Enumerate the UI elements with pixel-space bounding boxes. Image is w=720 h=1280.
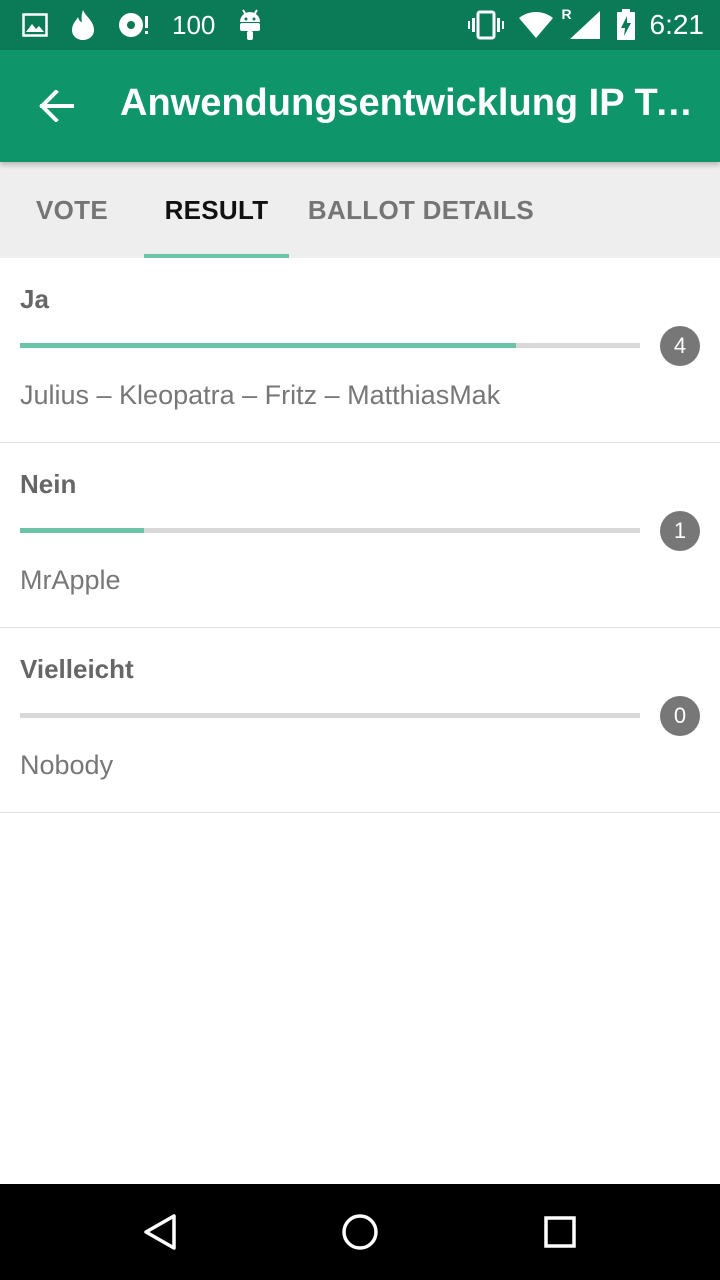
status-bar-right: R 6:21 — [467, 6, 705, 42]
network-indicator: R — [561, 6, 572, 22]
battery-level-text: 100 — [172, 9, 216, 40]
recents-square-icon — [544, 1216, 576, 1248]
navigation-bar — [0, 1184, 720, 1280]
progress-fill — [20, 528, 144, 533]
result-item-vielleicht[interactable]: Vielleicht 0 Nobody — [0, 628, 720, 813]
android-icon — [237, 9, 263, 41]
nav-home-button[interactable] — [338, 1210, 382, 1254]
tab-vote[interactable]: VOTE — [16, 162, 128, 258]
option-title: Nein — [20, 469, 77, 499]
status-bar-left: 100 — [22, 8, 263, 42]
wifi-icon — [518, 11, 554, 39]
home-circle-icon — [342, 1214, 378, 1250]
nav-recents-button[interactable] — [538, 1210, 582, 1254]
voter-list: Nobody — [20, 750, 114, 780]
progress-track — [20, 713, 640, 718]
disc-icon — [118, 11, 150, 39]
option-title: Vielleicht — [20, 654, 134, 684]
voter-list: Julius – Kleopatra – Fritz – MatthiasMak — [20, 380, 501, 410]
clock: 6:21 — [649, 9, 705, 40]
tab-result[interactable]: RESULT — [144, 162, 289, 258]
progress-track — [20, 343, 640, 348]
option-title: Ja — [20, 284, 49, 314]
vibrate-icon — [467, 10, 504, 40]
flame-icon — [70, 9, 96, 41]
back-triangle-icon — [144, 1214, 176, 1250]
vote-count-badge: 4 — [660, 326, 700, 366]
result-list: Ja 4 Julius – Kleopatra – Fritz – Matthi… — [0, 258, 720, 813]
voter-list: MrApple — [20, 565, 121, 595]
vote-count-badge: 1 — [660, 511, 700, 551]
progress-track — [20, 528, 640, 533]
page-title: Anwendungsentwicklung IP Tel… — [120, 82, 710, 124]
app-bar: Anwendungsentwicklung IP Tel… — [0, 50, 720, 162]
image-icon — [22, 13, 48, 37]
result-item-nein[interactable]: Nein 1 MrApple — [0, 443, 720, 628]
nav-back-button[interactable] — [138, 1210, 182, 1254]
tab-ballot-details[interactable]: BALLOT DETAILS — [300, 162, 542, 258]
battery-charging-icon — [616, 9, 636, 41]
result-item-ja[interactable]: Ja 4 Julius – Kleopatra – Fritz – Matthi… — [0, 258, 720, 443]
vote-count-badge: 0 — [660, 696, 700, 736]
progress-fill — [20, 343, 516, 348]
tab-bar: VOTE RESULT BALLOT DETAILS — [0, 162, 720, 258]
signal-icon: R — [562, 6, 602, 40]
back-button[interactable] — [30, 80, 82, 132]
arrow-back-icon — [39, 90, 74, 122]
status-bar: 100 R 6:21 — [0, 0, 720, 50]
